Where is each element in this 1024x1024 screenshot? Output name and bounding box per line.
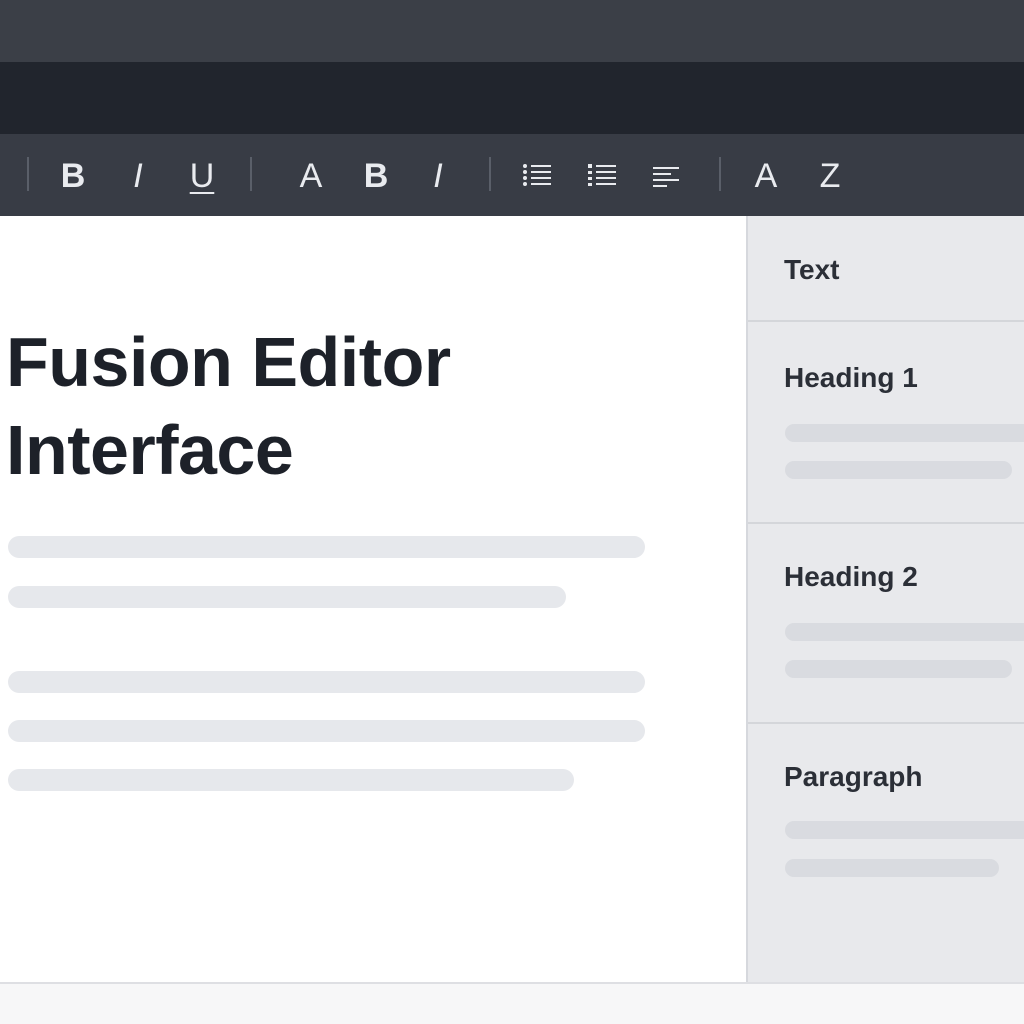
text-placeholder-line: [8, 720, 645, 742]
panel-placeholder-line: [785, 623, 1024, 641]
panel-divider: [748, 320, 1024, 322]
align-left-icon[interactable]: [645, 154, 689, 198]
panel-item-paragraph[interactable]: Paragraph: [784, 761, 923, 793]
panel-placeholder-line: [785, 461, 1012, 479]
document-title-line-2: Interface: [6, 411, 294, 489]
underline-button[interactable]: U: [180, 154, 224, 198]
text-placeholder-line: [8, 586, 566, 608]
status-bar: [0, 982, 1024, 1024]
bold-alt-button[interactable]: B: [354, 154, 398, 198]
panel-item-heading-1[interactable]: Heading 1: [784, 362, 918, 394]
toolbar-separator: [250, 157, 252, 191]
panel-divider: [748, 722, 1024, 724]
panel-placeholder-line: [785, 660, 1012, 678]
panel-placeholder-line: [785, 859, 999, 877]
bold-button[interactable]: B: [51, 154, 95, 198]
panel-item-text[interactable]: Text: [784, 254, 840, 286]
toolbar-separator: [719, 157, 721, 191]
unordered-list-icon[interactable]: [515, 154, 559, 198]
panel-placeholder-line: [785, 424, 1024, 442]
font-button[interactable]: A: [289, 154, 333, 198]
document-title[interactable]: Fusion Editor Interface: [6, 318, 451, 494]
text-placeholder-line: [8, 671, 645, 693]
ordered-list-icon[interactable]: [580, 154, 624, 198]
title-bar: [0, 0, 1024, 62]
text-placeholder-line: [8, 536, 645, 558]
text-placeholder-line: [8, 769, 574, 791]
panel-placeholder-line: [785, 821, 1024, 839]
panel-divider: [748, 522, 1024, 524]
toolbar-separator: [489, 157, 491, 191]
font-size-button[interactable]: A: [744, 154, 788, 198]
menu-bar: [0, 62, 1024, 134]
text-style-button[interactable]: Z: [808, 154, 852, 198]
panel-item-heading-2[interactable]: Heading 2: [784, 561, 918, 593]
toolbar-separator: [27, 157, 29, 191]
document-title-line-1: Fusion Editor: [6, 323, 451, 401]
italic-alt-button[interactable]: I: [416, 154, 460, 198]
italic-button[interactable]: I: [116, 154, 160, 198]
